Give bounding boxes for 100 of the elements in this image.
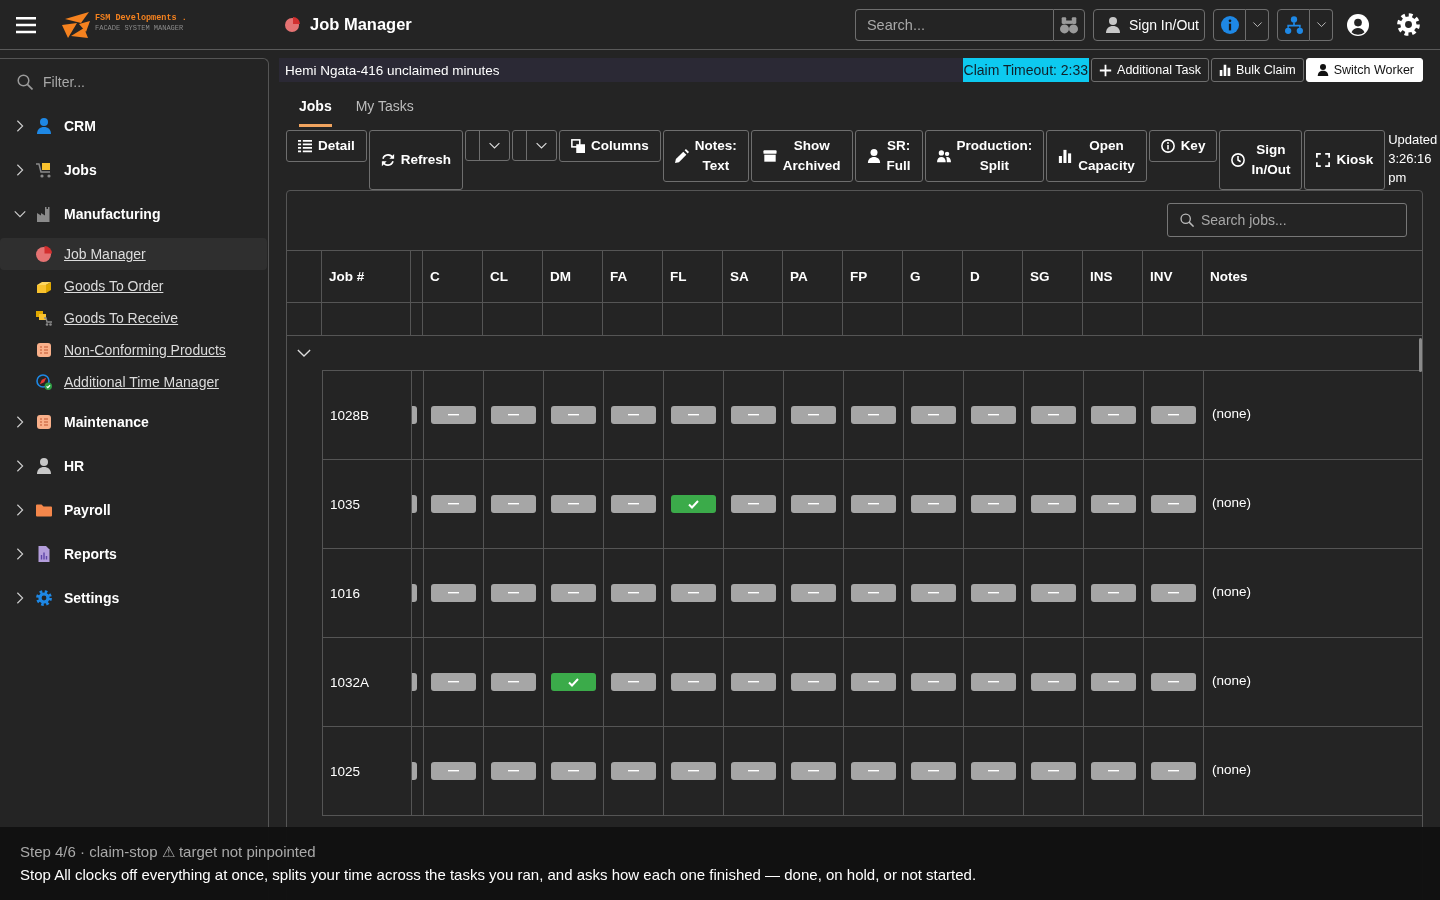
stage-toggle[interactable] xyxy=(551,495,596,513)
sidebar-item[interactable]: CRM xyxy=(0,104,268,148)
stage-toggle[interactable] xyxy=(851,762,896,780)
stage-toggle[interactable] xyxy=(791,762,836,780)
stage-toggle[interactable] xyxy=(551,673,596,691)
info-button[interactable] xyxy=(1213,8,1246,41)
sidebar-item[interactable]: Reports xyxy=(0,532,268,576)
stage-toggle[interactable] xyxy=(1091,495,1136,513)
filter-cell[interactable] xyxy=(543,303,603,336)
stage-toggle[interactable] xyxy=(1031,406,1076,424)
stage-toggle[interactable] xyxy=(671,584,716,602)
stage-toggle[interactable] xyxy=(971,495,1016,513)
tab[interactable]: Jobs xyxy=(299,90,332,127)
toolbar-button[interactable]: Sign In/Out xyxy=(1219,130,1303,190)
search-button[interactable] xyxy=(1052,8,1085,41)
column-header[interactable]: FA xyxy=(610,269,628,284)
stage-toggle[interactable] xyxy=(491,495,536,513)
filter-cell[interactable] xyxy=(783,303,843,336)
toolbar-button[interactable]: Detail xyxy=(286,130,367,162)
stage-toggle[interactable] xyxy=(551,762,596,780)
sidebar-item[interactable]: Jobs xyxy=(0,148,268,192)
filter-cell[interactable] xyxy=(903,303,963,336)
toolbar-button[interactable]: SR: Full xyxy=(854,130,923,182)
settings-icon[interactable] xyxy=(1397,13,1420,36)
stage-toggle[interactable] xyxy=(911,762,956,780)
claim-button[interactable]: Additional Task xyxy=(1091,58,1209,82)
stage-toggle[interactable] xyxy=(1151,762,1196,780)
stage-toggle[interactable] xyxy=(1031,673,1076,691)
toolbar-button[interactable]: Open Capacity xyxy=(1046,130,1147,182)
stage-toggle[interactable] xyxy=(731,495,776,513)
stage-toggle[interactable] xyxy=(851,406,896,424)
search-field[interactable]: Search... xyxy=(854,8,1053,41)
stage-toggle[interactable] xyxy=(1151,406,1196,424)
stage-toggle[interactable] xyxy=(611,673,656,691)
claim-button[interactable]: Bulk Claim xyxy=(1210,58,1304,82)
stage-toggle[interactable] xyxy=(431,762,476,780)
sidebar-item[interactable]: HR xyxy=(0,444,268,488)
stage-toggle[interactable] xyxy=(791,673,836,691)
dropdown-toggle[interactable] xyxy=(1310,8,1333,41)
filter-cell[interactable] xyxy=(603,303,663,336)
column-header[interactable]: CL xyxy=(490,269,508,284)
column-header[interactable]: FL xyxy=(670,269,687,284)
sidebar-link[interactable]: Non-Conforming Products xyxy=(0,334,267,366)
stage-toggle[interactable] xyxy=(851,673,896,691)
column-header[interactable]: C xyxy=(430,269,440,284)
filter-cell[interactable] xyxy=(483,303,543,336)
column-header[interactable]: FP xyxy=(850,269,868,284)
stage-toggle[interactable] xyxy=(491,673,536,691)
stage-toggle[interactable] xyxy=(731,673,776,691)
stage-toggle[interactable] xyxy=(611,406,656,424)
stage-toggle[interactable] xyxy=(1151,673,1196,691)
toolbar-button[interactable]: Refresh xyxy=(368,130,464,190)
user-circle-icon[interactable] xyxy=(1347,13,1369,36)
stage-toggle[interactable] xyxy=(971,762,1016,780)
stage-toggle[interactable] xyxy=(491,762,536,780)
stage-toggle[interactable] xyxy=(671,673,716,691)
stage-toggle[interactable] xyxy=(851,495,896,513)
stage-toggle[interactable] xyxy=(431,495,476,513)
sidebar-item[interactable]: Payroll xyxy=(0,488,268,532)
stage-toggle[interactable] xyxy=(971,406,1016,424)
stage-toggle[interactable] xyxy=(431,584,476,602)
stage-toggle[interactable] xyxy=(731,406,776,424)
toolbar-button[interactable]: Kiosk xyxy=(1304,130,1386,190)
toolbar-button[interactable]: Show Archived xyxy=(750,130,853,182)
stage-toggle[interactable] xyxy=(1091,406,1136,424)
switch-button[interactable]: Switch Worker xyxy=(1305,58,1423,82)
sidebar-link[interactable]: Additional Time Manager xyxy=(0,366,267,398)
stage-toggle[interactable] xyxy=(971,673,1016,691)
filter-cell[interactable] xyxy=(663,303,723,336)
column-header[interactable]: G xyxy=(910,269,921,284)
stage-toggle[interactable] xyxy=(431,673,476,691)
filter-cell[interactable] xyxy=(1083,303,1143,336)
stage-toggle[interactable] xyxy=(791,584,836,602)
dropdown-toggle[interactable] xyxy=(1246,8,1269,41)
column-header[interactable]: INS xyxy=(1090,269,1113,284)
tab[interactable]: My Tasks xyxy=(355,90,414,127)
stage-toggle[interactable] xyxy=(1031,584,1076,602)
dropdown-button[interactable] xyxy=(465,130,511,161)
stage-toggle[interactable] xyxy=(731,762,776,780)
stage-toggle[interactable] xyxy=(491,406,536,424)
filter-cell[interactable] xyxy=(723,303,783,336)
stage-toggle[interactable] xyxy=(851,584,896,602)
stage-toggle[interactable] xyxy=(551,406,596,424)
stage-toggle[interactable] xyxy=(671,406,716,424)
stage-toggle[interactable] xyxy=(911,495,956,513)
stage-toggle[interactable] xyxy=(611,762,656,780)
hierarchy-button[interactable] xyxy=(1277,8,1310,41)
stage-toggle[interactable] xyxy=(1091,762,1136,780)
stage-toggle[interactable] xyxy=(791,495,836,513)
stage-toggle[interactable] xyxy=(1151,495,1196,513)
sidebar-item[interactable]: Settings xyxy=(0,576,268,620)
stage-toggle[interactable] xyxy=(431,406,476,424)
column-header[interactable]: DM xyxy=(550,269,571,284)
filter-cell[interactable] xyxy=(1023,303,1083,336)
stage-toggle[interactable] xyxy=(1091,673,1136,691)
filter-field[interactable]: Filter... xyxy=(43,73,243,90)
stage-toggle[interactable] xyxy=(611,584,656,602)
stage-toggle[interactable] xyxy=(491,584,536,602)
stage-toggle[interactable] xyxy=(611,495,656,513)
stage-toggle[interactable] xyxy=(911,406,956,424)
